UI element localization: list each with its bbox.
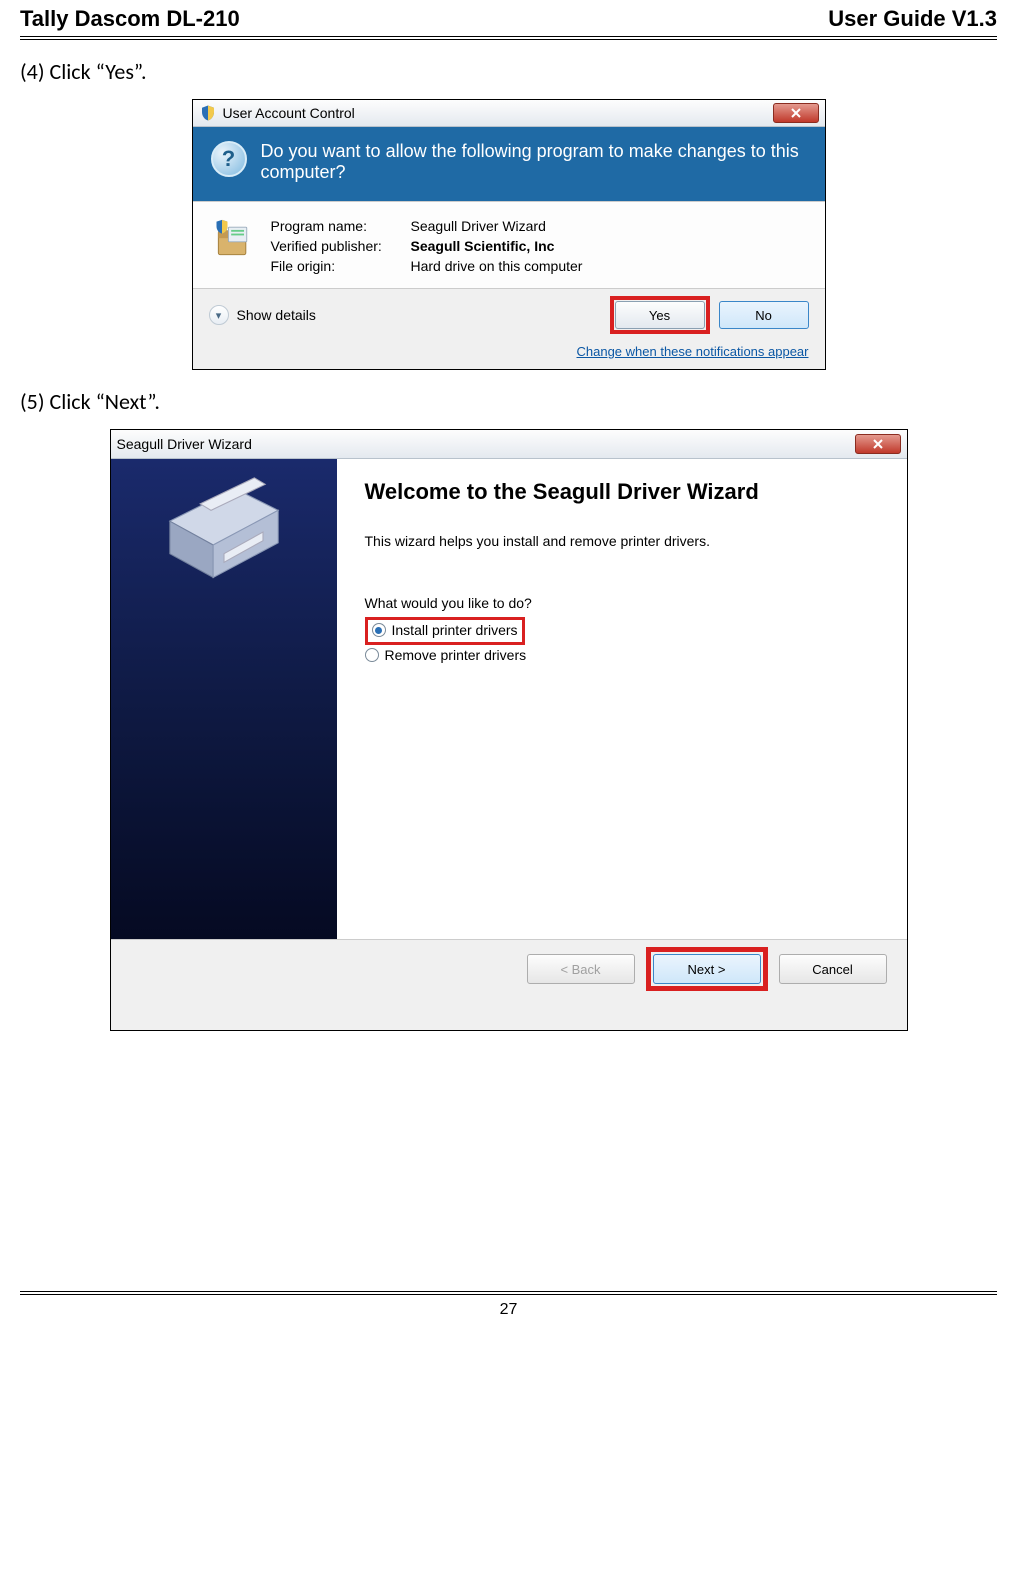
next-button[interactable]: Next > xyxy=(653,954,761,984)
wizard-question: What would you like to do? xyxy=(365,595,883,611)
header-left: Tally Dascom DL-210 xyxy=(20,6,240,32)
header-right: User Guide V1.3 xyxy=(828,6,997,32)
question-icon: ? xyxy=(211,141,247,177)
uac-titlebar: User Account Control xyxy=(193,100,825,127)
wizard-titlebar: Seagull Driver Wizard xyxy=(111,430,907,459)
uac-question-text: Do you want to allow the following progr… xyxy=(261,141,807,183)
uac-info-grid: Program name: Seagull Driver Wizard Veri… xyxy=(271,218,583,274)
close-button[interactable] xyxy=(773,103,819,123)
label-program: Program name: xyxy=(271,218,411,234)
uac-settings-link[interactable]: Change when these notifications appear xyxy=(209,343,809,359)
label-origin: File origin: xyxy=(271,258,411,274)
installer-icon xyxy=(211,218,255,262)
page-header: Tally Dascom DL-210 User Guide V1.3 xyxy=(20,0,997,40)
close-button[interactable] xyxy=(855,434,901,454)
radio-install-label: Install printer drivers xyxy=(392,622,518,638)
radio-remove-label: Remove printer drivers xyxy=(385,647,527,663)
wizard-sidebar xyxy=(111,459,337,939)
chevron-down-icon: ▾ xyxy=(216,309,222,322)
shield-icon xyxy=(199,104,217,122)
wizard-title-text: Seagull Driver Wizard xyxy=(117,436,252,452)
uac-dialog: User Account Control ? Do you want to al… xyxy=(192,99,826,370)
wizard-main: Welcome to the Seagull Driver Wizard Thi… xyxy=(337,459,907,939)
back-button: < Back xyxy=(527,954,635,984)
radio-icon xyxy=(372,623,386,637)
radio-install-drivers[interactable]: Install printer drivers xyxy=(372,620,518,640)
step-5-text: (5) Click “Next”. xyxy=(20,388,997,415)
value-program: Seagull Driver Wizard xyxy=(411,218,583,234)
radio-icon xyxy=(365,648,379,662)
step-4-text: (4) Click “Yes”. xyxy=(20,58,997,85)
page-footer: 27 xyxy=(20,1291,997,1325)
wizard-description: This wizard helps you install and remove… xyxy=(365,533,883,549)
printer-icon xyxy=(159,477,289,587)
close-icon xyxy=(873,439,883,449)
radio-remove-drivers[interactable]: Remove printer drivers xyxy=(365,645,883,665)
uac-title-text: User Account Control xyxy=(223,105,355,121)
value-origin: Hard drive on this computer xyxy=(411,258,583,274)
no-button[interactable]: No xyxy=(719,301,809,329)
expand-details-button[interactable]: ▾ xyxy=(209,305,229,325)
show-details-label[interactable]: Show details xyxy=(237,307,316,323)
value-publisher: Seagull Scientific, Inc xyxy=(411,238,583,254)
yes-button[interactable]: Yes xyxy=(615,301,705,329)
wizard-footer: < Back Next > Cancel xyxy=(111,939,907,1030)
page-number: 27 xyxy=(500,1301,518,1318)
uac-body: Program name: Seagull Driver Wizard Veri… xyxy=(193,201,825,289)
wizard-dialog: Seagull Driver Wizard Welcome to the Sea… xyxy=(110,429,908,1031)
wizard-heading: Welcome to the Seagull Driver Wizard xyxy=(365,479,883,505)
close-icon xyxy=(791,108,801,118)
label-publisher: Verified publisher: xyxy=(271,238,411,254)
uac-footer: ▾ Show details Yes No Change when these … xyxy=(193,289,825,369)
uac-question-banner: ? Do you want to allow the following pro… xyxy=(193,127,825,201)
cancel-button[interactable]: Cancel xyxy=(779,954,887,984)
